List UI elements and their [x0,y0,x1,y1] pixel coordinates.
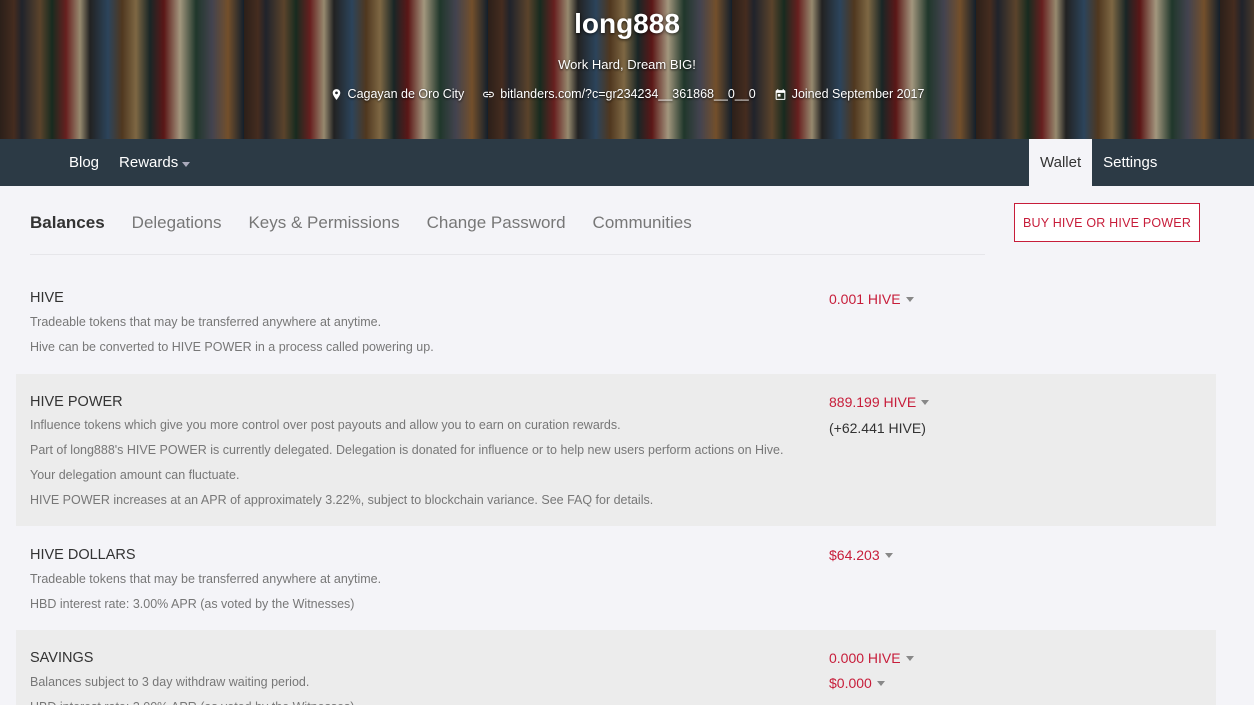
nav-settings[interactable]: Settings [1092,139,1168,186]
link-icon [483,91,495,97]
balance-description: Tradeable tokens that may be transferred… [30,567,810,617]
balance-description: Tradeable tokens that may be transferred… [30,310,810,360]
profile-joined: Joined September 2017 [774,87,925,101]
savings-hbd-amount-dropdown[interactable]: $0.000 [829,675,885,691]
savings-hive-amount-dropdown[interactable]: 0.000 HIVE [829,650,914,666]
tab-keys-permissions[interactable]: Keys & Permissions [248,213,399,233]
balance-desc-line: Tradeable tokens that may be transferred… [30,315,382,329]
amount-value: $0.000 [829,675,872,691]
amount-value: 0.000 HIVE [829,650,901,666]
balance-desc-line: HBD interest rate: 3.00% APR (as voted b… [30,597,355,611]
delegated-amount: (+62.441 HIVE) [829,420,926,436]
balance-title: HIVE DOLLARS [30,547,136,563]
chevron-down-icon [182,161,191,167]
profile-location: Cagayan de Oro City [330,87,465,101]
profile-location-text: Cagayan de Oro City [347,87,465,101]
chevron-down-icon [921,399,930,405]
balance-desc-line: Balances subject to 3 day withdraw waiti… [30,675,310,689]
tab-change-password[interactable]: Change Password [427,213,566,233]
hive-amount-dropdown[interactable]: 0.001 HIVE [829,291,914,307]
profile-about: Work Hard, Dream BIG! [558,57,696,72]
profile-website[interactable]: bitlanders.com/?c=gr234234__361868__0__0 [482,87,756,101]
balance-desc-line: Influence tokens which give you more con… [30,418,621,432]
hbd-amount-dropdown[interactable]: $64.203 [829,547,893,563]
balance-title: SAVINGS [30,650,94,666]
divider [30,254,985,255]
balance-row-savings: SAVINGS Balances subject to 3 day withdr… [16,630,1216,705]
nav-rewards[interactable]: Rewards [119,154,191,171]
amount-value: 889.199 HIVE [829,394,917,410]
profile-website-link[interactable]: bitlanders.com/?c=gr234234__361868__0__0 [500,87,755,101]
wallet-subtabs: Balances Delegations Keys & Permissions … [30,213,692,233]
profile-joined-text: Joined September 2017 [791,87,925,101]
location-pin-icon [332,88,340,100]
tab-delegations[interactable]: Delegations [132,213,222,233]
balance-desc-line: HIVE POWER increases at an APR of approx… [30,493,654,507]
tab-balances[interactable]: Balances [30,213,105,233]
profile-banner: long888 Work Hard, Dream BIG! Cagayan de… [0,0,1254,139]
profile-meta: Cagayan de Oro City bitlanders.com/?c=gr… [0,87,1254,101]
balance-description: Influence tokens which give you more con… [30,413,810,513]
nav-rewards-label: Rewards [119,154,179,171]
balance-desc-line: Part of long888's HIVE POWER is currentl… [30,443,784,482]
balance-desc-line: HBD interest rate: 3.00% APR (as voted b… [30,695,810,705]
chevron-down-icon [876,680,885,686]
nav-wallet[interactable]: Wallet [1029,139,1093,186]
balance-description: Balances subject to 3 day withdraw waiti… [30,670,810,705]
profile-username: long888 [574,8,680,39]
balance-desc-line: Hive can be converted to HIVE POWER in a… [30,340,434,354]
chevron-down-icon [905,296,914,302]
balance-desc-line: Tradeable tokens that may be transferred… [30,572,382,586]
amount-value: $64.203 [829,547,880,563]
balance-title: HIVE [30,290,64,306]
balance-row-hive-power: HIVE POWER Influence tokens which give y… [16,374,1216,526]
chevron-down-icon [905,655,914,661]
hive-power-amount-dropdown[interactable]: 889.199 HIVE [829,394,930,410]
chevron-down-icon [884,552,893,558]
balance-row-hive: HIVE Tradeable tokens that may be transf… [16,272,1216,374]
balance-title: HIVE POWER [30,394,123,410]
profile-navbar: Blog Rewards Wallet Settings [0,139,1254,186]
calendar-icon [775,88,786,100]
amount-value: 0.001 HIVE [829,291,901,307]
balance-row-hive-dollars: HIVE DOLLARS Tradeable tokens that may b… [16,526,1216,630]
nav-blog[interactable]: Blog [69,154,99,171]
tab-communities[interactable]: Communities [593,213,692,233]
buy-hive-button[interactable]: BUY HIVE OR HIVE POWER [1014,203,1200,242]
